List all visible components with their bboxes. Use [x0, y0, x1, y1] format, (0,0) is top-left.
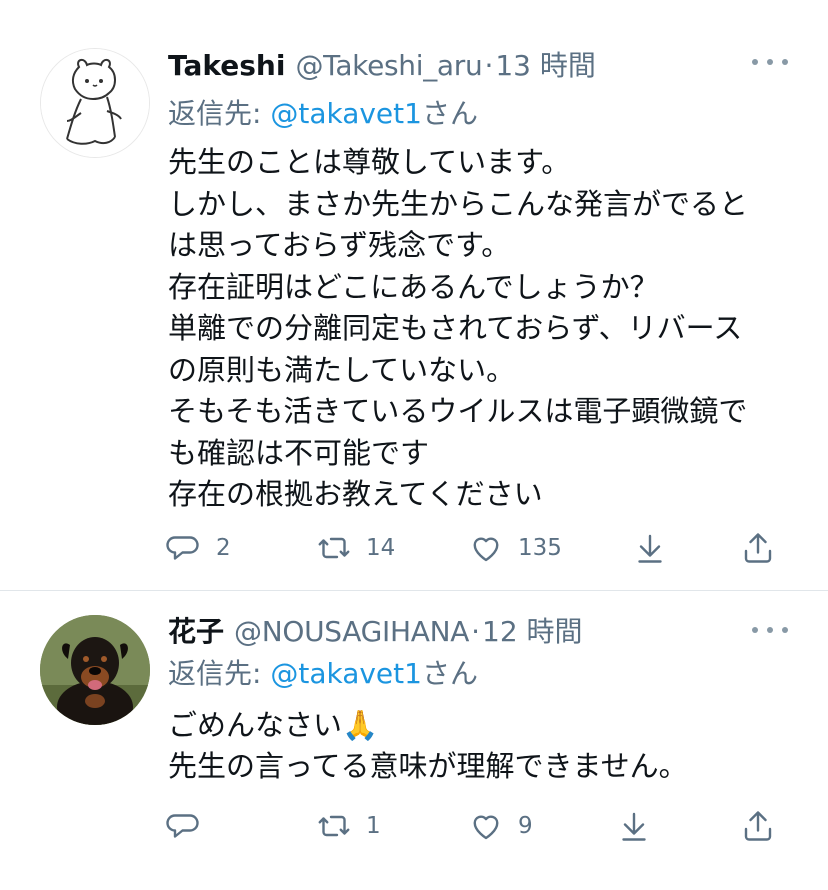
tweet-text-line: 単離での分離同定もされておらず、リバース: [168, 311, 743, 345]
retweet-button[interactable]: 1: [316, 806, 381, 846]
reply-icon: [166, 814, 199, 838]
tweet-text-line: 先生のことは尊敬しています。: [168, 145, 571, 179]
user-handle[interactable]: @Takeshi_aru: [295, 49, 482, 82]
reply-to: 返信先: @takavet1さん: [168, 92, 478, 132]
reply-suffix: さん: [421, 97, 478, 130]
retweet-button[interactable]: 14: [316, 528, 395, 568]
reply-button[interactable]: [166, 806, 216, 846]
reply-button[interactable]: 2: [166, 528, 231, 568]
avatar[interactable]: [40, 615, 150, 725]
like-button[interactable]: 9: [468, 806, 533, 846]
tweet-text-line: の原則も満たしていない。: [168, 352, 516, 387]
like-count: 135: [518, 535, 562, 561]
share-icon: [744, 811, 772, 841]
tweet-actions: 1 9: [0, 806, 828, 846]
reply-to-label: 返信先:: [168, 97, 271, 130]
tweet-text-line: ごめんなさい🙏: [168, 708, 379, 742]
tweet-header: 花子 @NOUSAGIHANA · 12 時間: [168, 610, 583, 650]
share-icon: [744, 533, 772, 563]
reply-to: 返信先: @takavet1さん: [168, 652, 478, 692]
dog-avatar-icon: [40, 615, 150, 725]
tweet-text-line: 先生の言ってる意味が理解できません。: [168, 749, 688, 783]
heart-icon: [473, 815, 499, 840]
heart-icon: [473, 537, 499, 562]
reply-suffix: さん: [421, 657, 478, 690]
tweet-divider: [0, 590, 828, 591]
download-button[interactable]: [632, 528, 668, 568]
reply-to-label: 返信先:: [168, 657, 271, 690]
timestamp[interactable]: 12 時間: [482, 610, 583, 650]
tweet[interactable]: 花子 @NOUSAGIHANA · 12 時間 返信先: @takavet1さん…: [0, 592, 828, 890]
tweet-actions: 2 14 135: [0, 528, 828, 568]
tweet-text-line: も確認は不可能です: [168, 435, 430, 470]
tweet[interactable]: Takeshi @Takeshi_aru · 13 時間 返信先: @takav…: [0, 0, 828, 590]
timestamp[interactable]: 13 時間: [495, 44, 596, 84]
share-button[interactable]: [740, 806, 776, 846]
reply-mention-link[interactable]: @takavet1: [270, 97, 422, 130]
tweet-text-line: しかし、まさか先生からこんな発言がでると: [168, 186, 749, 221]
user-handle[interactable]: @NOUSAGIHANA: [234, 615, 469, 648]
tweet-text-line: 存在証明はどこにあるんでしょうか？: [168, 269, 659, 304]
reply-count: 2: [216, 535, 231, 561]
retweet-count: 14: [366, 535, 396, 561]
retweet-icon: [318, 815, 350, 837]
tweet-text: 先生のことは尊敬しています。 しかし、まさか先生からこんな発言がでると は思って…: [168, 142, 778, 516]
white-creature-avatar-icon: [41, 49, 149, 157]
reply-mention-link[interactable]: @takavet1: [270, 657, 422, 690]
retweet-count: 1: [366, 813, 381, 839]
like-button[interactable]: 135: [468, 528, 562, 568]
tweet-text-line: 存在の根拠お教えてください: [168, 477, 543, 511]
retweet-icon: [318, 537, 350, 559]
reply-icon: [166, 536, 199, 560]
tweet-text-line: は思っておらず残念です。: [168, 228, 511, 262]
share-button[interactable]: [740, 528, 776, 568]
like-count: 9: [518, 813, 533, 839]
download-button[interactable]: [616, 806, 652, 846]
tweet-text: ごめんなさい🙏 先生の言ってる意味が理解できません。: [168, 705, 778, 787]
tweet-header: Takeshi @Takeshi_aru · 13 時間: [168, 44, 596, 84]
more-options-icon[interactable]: [752, 624, 788, 636]
download-icon: [622, 812, 646, 841]
separator: ·: [484, 49, 494, 82]
separator: ·: [471, 615, 481, 648]
display-name[interactable]: 花子: [168, 610, 224, 650]
more-options-icon[interactable]: [752, 56, 788, 68]
tweet-text-line: そもそも活きているウイルスは電子顕微鏡で: [168, 394, 748, 428]
display-name[interactable]: Takeshi: [168, 49, 285, 82]
download-icon: [638, 534, 662, 563]
avatar[interactable]: [40, 48, 150, 158]
